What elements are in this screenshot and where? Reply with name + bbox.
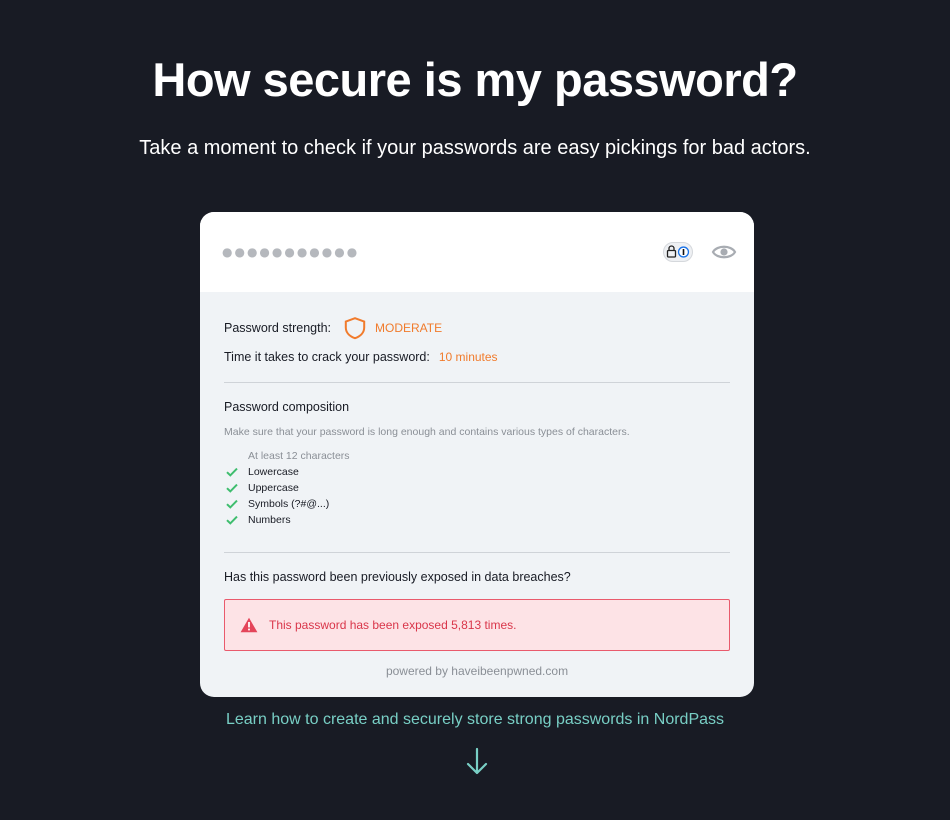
criterion-uppercase: Uppercase xyxy=(224,480,350,496)
criterion-label: Numbers xyxy=(248,514,291,526)
powered-by: powered by haveibeenpwned.com xyxy=(385,664,569,678)
1password-icon[interactable] xyxy=(663,242,693,262)
composition-description: Make sure that your password is long eno… xyxy=(224,426,630,438)
password-input-area xyxy=(200,212,754,292)
breach-question: Has this password been previously expose… xyxy=(224,570,571,584)
strength-value: MODERATE xyxy=(375,321,443,335)
shield-icon xyxy=(344,317,366,340)
breach-alert-text: This password has been exposed 5,813 tim… xyxy=(269,618,517,632)
breach-alert: This password has been exposed 5,813 tim… xyxy=(224,599,730,651)
password-input[interactable] xyxy=(222,240,622,264)
criterion-label: Uppercase xyxy=(248,482,299,494)
criterion-label: Symbols (?#@...) xyxy=(248,498,330,510)
criterion-label: At least 12 characters xyxy=(248,450,350,462)
strength-row: Password strength: MODERATE xyxy=(224,316,442,340)
crack-time-label: Time it takes to crack your password: xyxy=(224,350,430,364)
criterion-numbers: Numbers xyxy=(224,512,350,528)
check-icon xyxy=(226,483,238,493)
check-icon xyxy=(226,515,238,525)
page-title: How secure is my password? xyxy=(152,53,798,106)
crack-time-row: Time it takes to crack your password: 10… xyxy=(224,348,498,366)
learn-more-link[interactable]: Learn how to create and securely store s… xyxy=(0,711,950,729)
divider xyxy=(224,552,730,553)
criterion-symbols: Symbols (?#@...) xyxy=(224,496,350,512)
composition-criteria-list: At least 12 characters Lowercase Upperca… xyxy=(224,448,350,528)
criterion-length: At least 12 characters xyxy=(224,448,350,464)
criterion-label: Lowercase xyxy=(248,466,299,478)
check-icon xyxy=(226,467,238,477)
page: How secure is my password? Take a moment… xyxy=(0,0,950,820)
check-icon xyxy=(226,499,238,509)
criterion-lowercase: Lowercase xyxy=(224,464,350,480)
page-subtitle: Take a moment to check if your passwords… xyxy=(139,137,811,159)
arrow-down-icon[interactable] xyxy=(465,747,489,777)
strength-label: Password strength: xyxy=(224,321,331,335)
crack-time-value: 10 minutes xyxy=(438,350,498,364)
password-checker-card: Password strength: MODERATE Time it take… xyxy=(200,212,754,697)
composition-title: Password composition xyxy=(224,400,350,414)
eye-icon[interactable] xyxy=(711,240,737,264)
warning-icon xyxy=(240,617,258,633)
divider xyxy=(224,382,730,383)
